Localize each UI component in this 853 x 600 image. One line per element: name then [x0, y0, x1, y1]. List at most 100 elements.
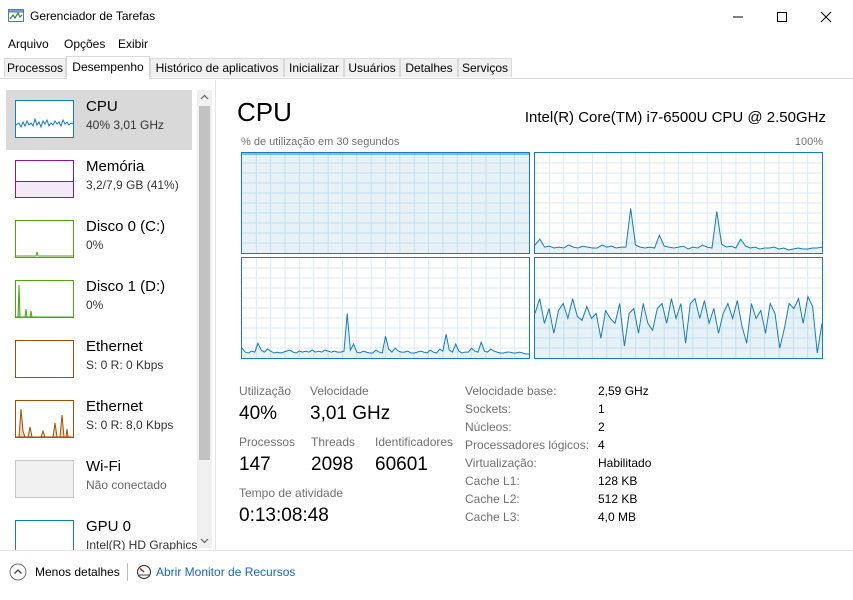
maximize-button[interactable]: [759, 0, 805, 34]
sidebar-item-label: Wi-Fi: [86, 458, 121, 475]
velocidade-value: 3,01 GHz: [310, 403, 391, 424]
footer-separator: [127, 563, 128, 581]
wifi-thumbnail: [15, 460, 74, 498]
chevron-up-circle-icon[interactable]: [9, 563, 27, 581]
sidebar-item-value: S: 0 R: 8,0 Kbps: [86, 418, 174, 432]
processos-label: Processos: [239, 435, 296, 449]
spec-label: Núcleos:: [465, 420, 512, 434]
tab-inicializar[interactable]: Inicializar: [284, 58, 344, 77]
spec-label: Cache L3:: [465, 510, 520, 524]
core-graph-svg: [535, 258, 822, 358]
disk0-thumbnail: [15, 220, 74, 258]
ethernet2-thumbnail: [15, 400, 74, 438]
cpu-graph-core-3: [534, 257, 823, 359]
resource-monitor-icon[interactable]: [136, 564, 152, 580]
cpu-graph-core-2: [241, 257, 530, 359]
menu-opcoes[interactable]: Opções: [64, 37, 105, 51]
spec-value: 2: [598, 420, 605, 434]
tempo-atividade-value: 0:13:08:48: [239, 505, 329, 526]
cpu-graph-core-0: [241, 152, 530, 254]
scrollbar-thumb[interactable]: [199, 106, 210, 460]
title-bar: Gerenciador de Tarefas: [0, 0, 853, 34]
tempo-atividade-label: Tempo de atividade: [239, 486, 344, 500]
memory-thumbnail: [15, 160, 74, 198]
identificadores-label: Identificadores: [375, 435, 454, 449]
tab-historico[interactable]: Histórico de aplicativos: [150, 58, 284, 77]
sidebar-item-value: Não conectado: [86, 478, 167, 492]
panel-divider: [215, 80, 216, 550]
resource-sidebar: CPU 40% 3,01 GHz Memória 3,2/7,9 GB (41%…: [0, 89, 212, 550]
cpu-graph-core-1: [534, 152, 823, 254]
tab-usuarios[interactable]: Usuários: [344, 58, 400, 77]
sidebar-item-label: Disco 0 (C:): [86, 218, 166, 235]
spec-value: 128 KB: [598, 474, 638, 488]
sidebar-item-value: 40% 3,01 GHz: [86, 118, 165, 132]
tab-detalhes[interactable]: Detalhes: [400, 58, 458, 77]
sidebar-item-cpu[interactable]: CPU 40% 3,01 GHz: [6, 90, 192, 150]
sidebar-scrollbar[interactable]: [197, 90, 212, 548]
tab-desempenho[interactable]: Desempenho: [66, 56, 150, 79]
graph-max-label: 100%: [794, 136, 823, 148]
disk1-thumbnail: [15, 280, 74, 318]
sidebar-item-label: CPU: [86, 98, 118, 115]
sidebar-item-label: Ethernet: [86, 398, 143, 415]
sidebar-item-value: S: 0 R: 0 Kbps: [86, 358, 164, 372]
sidebar-item-memoria[interactable]: Memória 3,2/7,9 GB (41%): [6, 150, 192, 210]
menu-bar: Arquivo Opções Exibir: [0, 34, 853, 54]
footer-bar: Menos detalhes Abrir Monitor de Recursos: [0, 550, 853, 600]
sidebar-item-label: Memória: [86, 158, 145, 175]
utilizacao-value: 40%: [239, 403, 278, 424]
spec-value: 4: [598, 438, 605, 452]
spec-value: 512 KB: [598, 492, 638, 506]
cpu-thumbnail: [15, 100, 74, 138]
window-title: Gerenciador de Tarefas: [30, 9, 156, 23]
sidebar-item-disco1[interactable]: Disco 1 (D:) 0%: [6, 270, 192, 330]
spec-value: Habilitado: [598, 456, 652, 470]
sidebar-item-ethernet2[interactable]: Ethernet S: 0 R: 8,0 Kbps: [6, 390, 192, 450]
scroll-down-icon[interactable]: [200, 538, 209, 544]
close-button[interactable]: [803, 0, 849, 34]
task-manager-icon: [8, 9, 24, 22]
menu-arquivo[interactable]: Arquivo: [8, 37, 49, 51]
graph-utilization-label: % de utilização em 30 segundos: [241, 136, 400, 148]
minimize-button[interactable]: [715, 0, 761, 34]
close-icon: [820, 11, 832, 23]
maximize-icon: [777, 12, 787, 22]
scroll-up-icon[interactable]: [200, 94, 209, 100]
utilizacao-label: Utilização: [239, 384, 292, 398]
less-details-link[interactable]: Menos detalhes: [35, 565, 120, 579]
threads-value: 2098: [311, 454, 354, 475]
sidebar-item-label: Ethernet: [86, 338, 143, 355]
core-graph-svg: [535, 153, 822, 253]
core-graph-svg: [242, 258, 529, 358]
identificadores-value: 60601: [375, 454, 428, 475]
sidebar-item-label: GPU 0: [86, 518, 132, 535]
tab-strip: Processos Desempenho Histórico de aplica…: [0, 56, 853, 79]
sidebar-item-label: Disco 1 (D:): [86, 278, 166, 295]
threads-label: Threads: [311, 435, 356, 449]
sidebar-item-disco0[interactable]: Disco 0 (C:) 0%: [6, 210, 192, 270]
sidebar-item-value: Intel(R) HD Graphics: [86, 538, 198, 550]
spec-label: Velocidade base:: [465, 384, 557, 398]
page-title: CPU: [237, 97, 292, 127]
sidebar-item-ethernet1[interactable]: Ethernet S: 0 R: 0 Kbps: [6, 330, 192, 390]
spec-value: 1: [598, 402, 605, 416]
spec-label: Processadores lógicos:: [465, 438, 590, 452]
spec-label: Cache L1:: [465, 474, 520, 488]
spec-value: 2,59 GHz: [598, 384, 649, 398]
menu-exibir[interactable]: Exibir: [118, 37, 148, 51]
spec-value: 4,0 MB: [598, 510, 637, 524]
core-graph-svg: [242, 153, 529, 253]
tab-processos[interactable]: Processos: [4, 58, 66, 77]
velocidade-label: Velocidade: [310, 384, 369, 398]
sidebar-item-value: 0%: [86, 238, 104, 252]
utilization-area: [242, 154, 529, 253]
spec-label: Cache L2:: [465, 492, 520, 506]
spec-label: Virtualização:: [465, 456, 537, 470]
sidebar-item-gpu0[interactable]: GPU 0 Intel(R) HD Graphics: [6, 510, 197, 550]
spec-label: Sockets:: [465, 402, 512, 416]
sidebar-item-value: 0%: [86, 298, 104, 312]
resource-monitor-link[interactable]: Abrir Monitor de Recursos: [156, 565, 295, 579]
tab-servicos[interactable]: Serviços: [458, 58, 512, 77]
sidebar-item-wifi[interactable]: Wi-Fi Não conectado: [6, 450, 192, 510]
